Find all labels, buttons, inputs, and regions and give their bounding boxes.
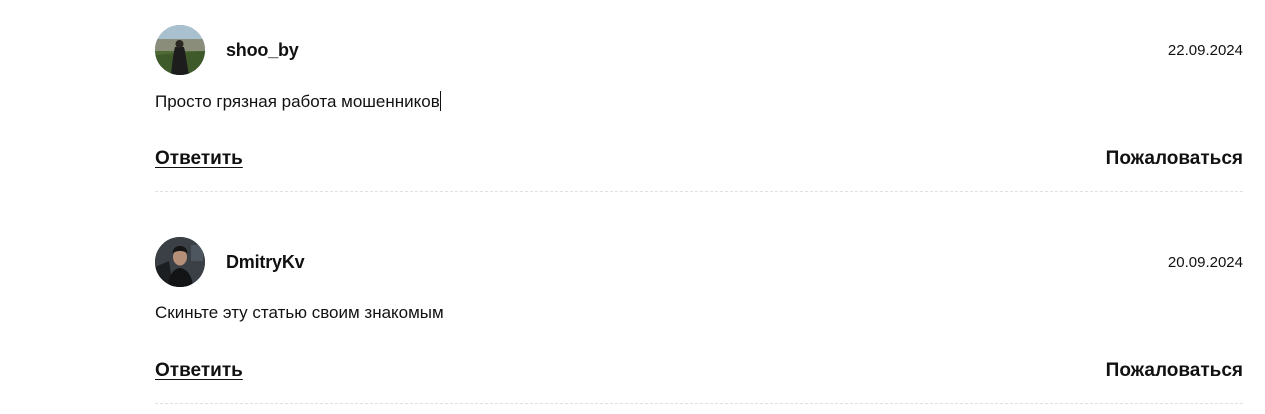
comment-text: Просто грязная работа мошенников	[155, 91, 1243, 111]
report-link[interactable]: Пожаловаться	[1106, 360, 1243, 382]
comment-username[interactable]: DmitryKv	[226, 252, 305, 273]
avatar[interactable]	[155, 237, 205, 287]
comment-username[interactable]: shoo_by	[226, 40, 299, 61]
comment-item: shoo_by 22.09.2024 Просто грязная работа…	[155, 25, 1243, 192]
comment-text: Скиньте эту статью своим знакомым	[155, 303, 444, 322]
text-cursor	[439, 91, 441, 111]
comment-actions: Ответить Пожаловаться	[155, 148, 1243, 170]
comment-actions: Ответить Пожаловаться	[155, 360, 1243, 382]
comment-header: shoo_by 22.09.2024	[155, 25, 1243, 75]
comment-date: 20.09.2024	[1167, 253, 1243, 271]
report-link[interactable]: Пожаловаться	[1106, 148, 1243, 170]
comment-header: DmitryKv 20.09.2024	[155, 237, 1243, 287]
avatar[interactable]	[155, 25, 205, 75]
comment-item: DmitryKv 20.09.2024 Скиньте эту статью с…	[155, 237, 1243, 404]
reply-link[interactable]: Ответить	[155, 360, 243, 382]
comment-date: 22.09.2024	[1167, 41, 1243, 59]
comments-list: shoo_by 22.09.2024 Просто грязная работа…	[155, 25, 1243, 404]
comment-text-content: Просто грязная работа мошенников	[155, 92, 440, 111]
reply-link[interactable]: Ответить	[155, 148, 243, 170]
